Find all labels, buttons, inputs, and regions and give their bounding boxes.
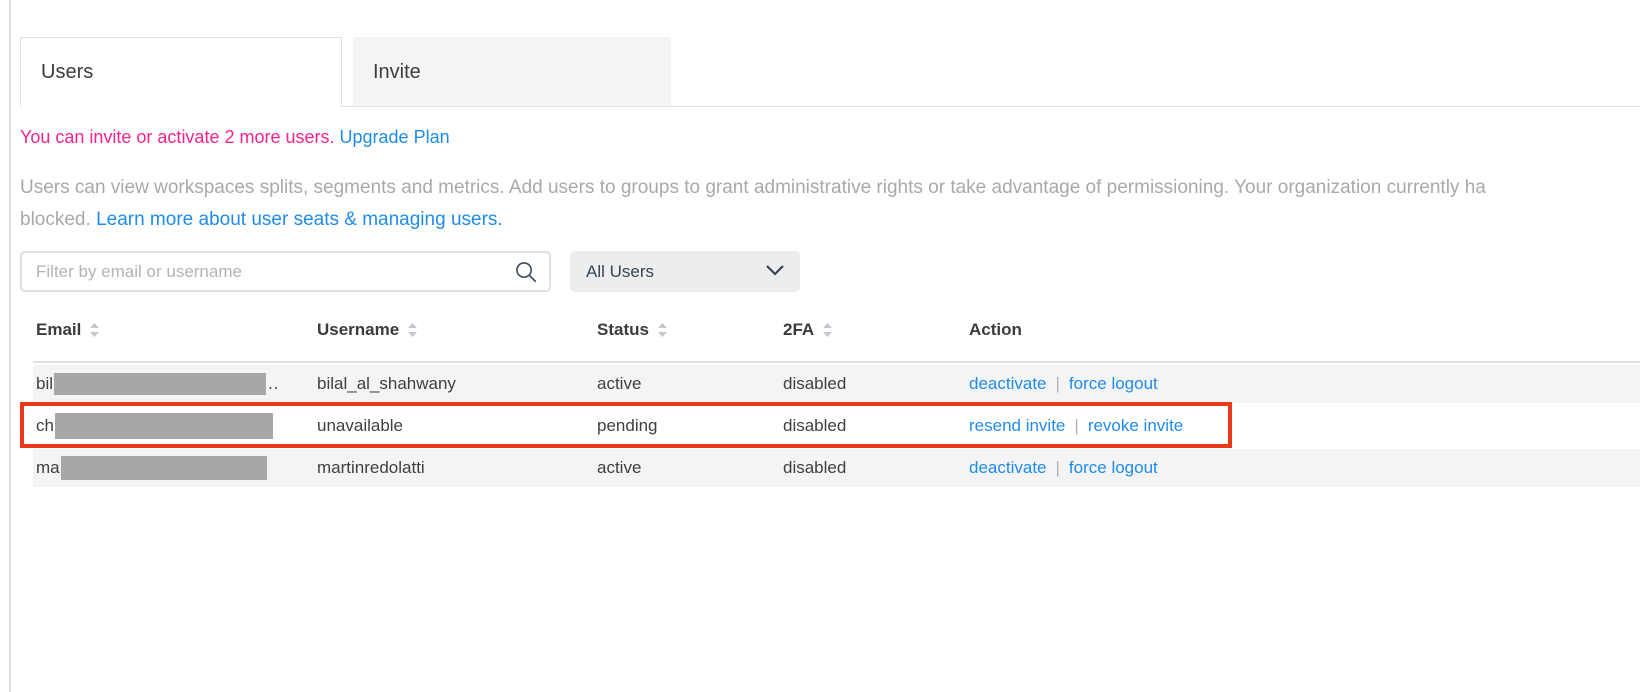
status-cell: active <box>597 449 641 487</box>
column-header-email-label: Email <box>36 320 81 340</box>
status-cell: active <box>597 365 641 403</box>
column-header-status[interactable]: Status <box>597 319 667 341</box>
action-separator: | <box>1056 374 1060 394</box>
action-cell: resend invite | revoke invite <box>969 407 1183 445</box>
column-header-status-label: Status <box>597 320 649 340</box>
filter-input[interactable] <box>20 251 551 292</box>
tab-invite-label: Invite <box>373 61 421 84</box>
email-prefix: bil <box>36 374 53 394</box>
redacted-email <box>61 456 267 480</box>
upgrade-plan-link[interactable]: Upgrade Plan <box>340 127 450 147</box>
username-cell: unavailable <box>317 407 403 445</box>
force-logout-link[interactable]: force logout <box>1069 374 1158 394</box>
deactivate-link[interactable]: deactivate <box>969 458 1047 478</box>
action-separator: | <box>1056 458 1060 478</box>
tab-users-label: Users <box>41 61 93 84</box>
email-prefix: ch <box>36 416 54 436</box>
redacted-email <box>55 413 273 439</box>
filter-field <box>20 251 551 292</box>
user-management-page: Users Invite You can invite or activate … <box>0 0 1640 692</box>
email-cell: ma <box>36 449 267 487</box>
status-cell: pending <box>597 407 658 445</box>
revoke-invite-link[interactable]: revoke invite <box>1088 416 1183 436</box>
sort-icon <box>658 323 667 337</box>
twofa-cell: disabled <box>783 365 846 403</box>
email-cell: ch <box>36 407 273 445</box>
twofa-cell: disabled <box>783 407 846 445</box>
seats-notice-message: You can invite or activate 2 more users. <box>20 127 335 147</box>
seats-notice: You can invite or activate 2 more users.… <box>20 123 450 151</box>
column-header-action-label: Action <box>969 320 1022 340</box>
column-header-email[interactable]: Email <box>36 319 99 341</box>
table-row-martin: ma martinredolatti active disabled deact… <box>33 449 1640 487</box>
twofa-cell: disabled <box>783 449 846 487</box>
column-header-username-label: Username <box>317 320 399 340</box>
description-line2: blocked. Learn more about user seats & m… <box>20 204 1486 236</box>
force-logout-link[interactable]: force logout <box>1069 458 1158 478</box>
tab-users[interactable]: Users <box>20 37 342 107</box>
table-row-bilal: bil .. bilal_al_shahwany active disabled… <box>33 365 1640 403</box>
resend-invite-link[interactable]: resend invite <box>969 416 1065 436</box>
username-cell: martinredolatti <box>317 449 425 487</box>
sort-icon <box>823 323 832 337</box>
username-cell: bilal_al_shahwany <box>317 365 456 403</box>
learn-more-link[interactable]: Learn more about user seats & managing u… <box>96 209 503 230</box>
description: Users can view workspaces splits, segmen… <box>20 172 1486 236</box>
action-cell: deactivate | force logout <box>969 365 1158 403</box>
column-header-username[interactable]: Username <box>317 319 417 341</box>
email-cell: bil .. <box>36 365 279 403</box>
description-line1: Users can view workspaces splits, segmen… <box>20 172 1486 204</box>
sort-icon <box>408 323 417 337</box>
chevron-down-icon <box>766 263 784 281</box>
action-cell: deactivate | force logout <box>969 449 1158 487</box>
panel-left-border <box>9 0 11 692</box>
column-header-action: Action <box>969 319 1022 341</box>
column-header-2fa-label: 2FA <box>783 320 814 340</box>
tab-invite[interactable]: Invite <box>353 37 671 107</box>
description-line2-prefix: blocked. <box>20 209 91 230</box>
table-row-pending-invite: ch unavailable pending disabled resend i… <box>33 407 1640 445</box>
deactivate-link[interactable]: deactivate <box>969 374 1047 394</box>
email-suffix: .. <box>268 374 279 394</box>
tab-underline <box>342 106 1640 107</box>
sort-icon <box>90 323 99 337</box>
column-header-2fa[interactable]: 2FA <box>783 319 832 341</box>
table-header-divider <box>33 361 1640 363</box>
action-separator: | <box>1074 416 1078 436</box>
search-icon <box>513 259 539 290</box>
email-prefix: ma <box>36 458 60 478</box>
redacted-email <box>54 373 266 395</box>
user-filter-selected: All Users <box>586 262 654 282</box>
user-filter-dropdown[interactable]: All Users <box>570 251 800 292</box>
